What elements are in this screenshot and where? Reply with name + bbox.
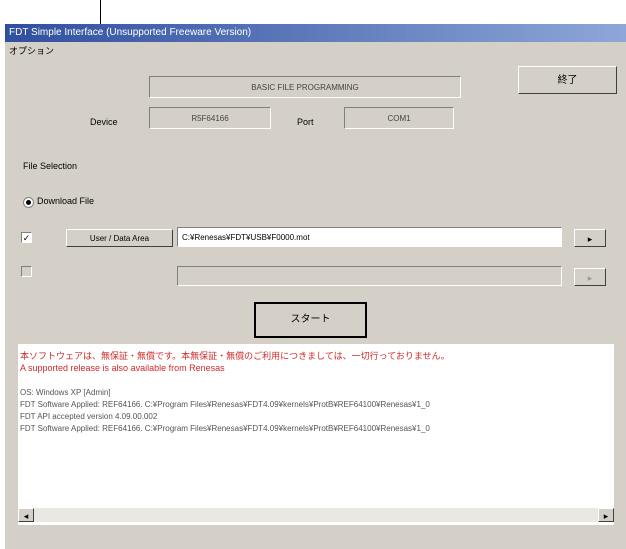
console-log-line: FDT Software Applied: REF64166. C:¥Progr…: [20, 400, 430, 409]
window-title: FDT Simple Interface (Unsupported Freewa…: [5, 24, 626, 42]
menu-options[interactable]: オプション: [5, 42, 626, 60]
download-file-radio[interactable]: [23, 197, 34, 208]
device-label: Device: [90, 117, 118, 127]
exit-button[interactable]: 終了: [518, 66, 617, 94]
file-checkbox-2[interactable]: [21, 266, 32, 277]
file-checkbox[interactable]: ✓: [21, 232, 32, 243]
user-data-area-button[interactable]: User / Data Area: [66, 229, 173, 247]
file-path-input-2[interactable]: [177, 266, 562, 286]
file-selection-label: File Selection: [23, 161, 78, 171]
file-browse-button-2[interactable]: ▸: [574, 268, 606, 286]
console-warning-jp: 本ソフトウェアは、無保証・無償です。本無保証・無償のご利用につきましては、一切行…: [20, 351, 450, 361]
device-field: R5F64166: [149, 107, 271, 129]
file-path-input[interactable]: C:¥Renesas¥FDT¥USB¥F0000.mot: [177, 227, 562, 247]
console-log-line: FDT API accepted version 4.09.00.002: [20, 412, 158, 421]
scroll-left-button[interactable]: ◂: [18, 508, 34, 522]
download-file-label: Download File: [37, 196, 95, 206]
console-output: 本ソフトウェアは、無保証・無償です。本無保証・無償のご利用につきましては、一切行…: [18, 344, 614, 525]
start-button[interactable]: スタート: [254, 302, 367, 338]
horizontal-scrollbar[interactable]: [34, 508, 598, 522]
file-browse-button[interactable]: ▸: [574, 229, 606, 247]
port-field: COM1: [344, 107, 454, 129]
console-warning-en: A supported release is also available fr…: [20, 363, 225, 373]
port-label: Port: [297, 117, 314, 127]
mode-banner: BASIC FILE PROGRAMMING: [149, 76, 461, 98]
console-log-line: FDT Software Applied: REF64166. C:¥Progr…: [20, 424, 430, 433]
console-os-line: OS: Windows XP [Admin]: [20, 388, 111, 397]
scroll-right-button[interactable]: ▸: [598, 508, 614, 522]
